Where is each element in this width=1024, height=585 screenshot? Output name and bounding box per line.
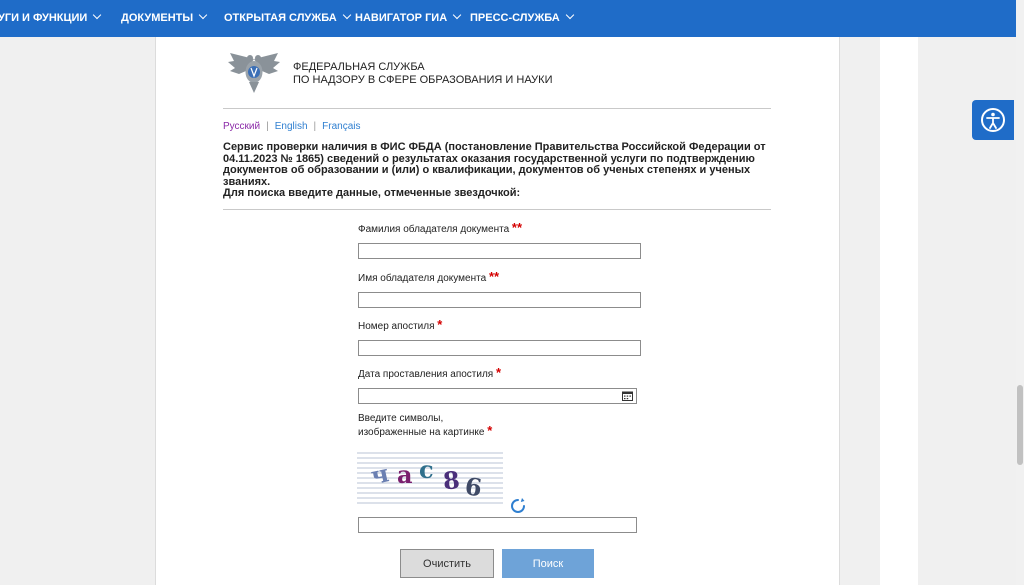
lang-separator: | bbox=[266, 121, 269, 132]
required-mark: * bbox=[487, 423, 493, 438]
agency-name-line2: ПО НАДЗОРУ В СФЕРЕ ОБРАЗОВАНИЯ И НАУКИ bbox=[293, 74, 553, 86]
nav-item-label: УГИ И ФУНКЦИИ bbox=[0, 12, 88, 24]
captcha-image: ч а с 8 6 bbox=[357, 449, 503, 505]
nav-item-label: ОТКРЫТАЯ СЛУЖБА bbox=[224, 12, 337, 24]
apostille-date-label-text: Дата проставления апостиля bbox=[358, 369, 494, 380]
apostille-number-input[interactable] bbox=[358, 340, 641, 356]
service-description: Сервис проверки наличия в ФИС ФБДА (пост… bbox=[223, 141, 768, 200]
lang-separator: | bbox=[313, 121, 317, 132]
required-mark: * bbox=[437, 317, 443, 332]
lang-french[interactable]: Français bbox=[322, 121, 360, 132]
name-input[interactable] bbox=[358, 292, 641, 308]
nav-item-open-service[interactable]: ОТКРЫТАЯ СЛУЖБА bbox=[224, 0, 351, 37]
lang-english[interactable]: English bbox=[275, 121, 308, 132]
name-label-text: Имя обладателя документа bbox=[358, 273, 487, 284]
surname-label-text: Фамилия обладателя документа bbox=[358, 224, 510, 235]
agency-name: ФЕДЕРАЛЬНАЯ СЛУЖБА ПО НАДЗОРУ В СФЕРЕ ОБ… bbox=[293, 61, 552, 87]
chevron-down-icon bbox=[565, 10, 574, 20]
svg-text:с: с bbox=[419, 455, 434, 484]
refresh-icon[interactable] bbox=[509, 497, 527, 515]
required-mark: ** bbox=[511, 220, 523, 235]
page-scrollbar[interactable] bbox=[1016, 0, 1024, 585]
intro-line: Сервис проверки наличия в ФИС ФБДА (пост… bbox=[223, 141, 766, 153]
nav-item-services[interactable]: УГИ И ФУНКЦИИ bbox=[0, 0, 102, 37]
nav-item-label: ДОКУМЕНТЫ bbox=[121, 12, 194, 24]
svg-text:8: 8 bbox=[442, 465, 461, 495]
intro-line: документов об образовании и (или) о квал… bbox=[223, 164, 751, 188]
chevron-down-icon bbox=[452, 10, 462, 20]
chevron-down-icon bbox=[93, 10, 102, 20]
captcha-label-line2: изображенные на картинке bbox=[358, 427, 485, 438]
search-button[interactable]: Поиск bbox=[502, 549, 594, 578]
nav-item-press-service[interactable]: ПРЕСС-СЛУЖБА bbox=[470, 0, 574, 37]
apostille-number-label: Номер апостиля * bbox=[358, 317, 443, 333]
clear-button[interactable]: Очистить bbox=[400, 549, 494, 578]
name-label: Имя обладателя документа ** bbox=[358, 269, 500, 285]
required-mark: ** bbox=[488, 269, 500, 284]
nav-item-label: НАВИГАТОР ГИА bbox=[355, 12, 448, 24]
surname-input[interactable] bbox=[358, 243, 641, 259]
accessibility-button[interactable] bbox=[972, 100, 1014, 140]
required-mark: * bbox=[496, 365, 502, 380]
surname-label: Фамилия обладателя документа ** bbox=[358, 220, 523, 236]
right-side-column bbox=[880, 37, 918, 585]
apostille-number-label-text: Номер апостиля bbox=[358, 321, 435, 332]
nav-item-documents[interactable]: ДОКУМЕНТЫ bbox=[121, 0, 208, 37]
eagle-emblem-logo bbox=[228, 53, 280, 93]
language-switcher: Русский | English | Français bbox=[223, 121, 361, 132]
divider bbox=[223, 108, 771, 109]
lang-russian[interactable]: Русский bbox=[223, 121, 260, 132]
scrollbar-thumb[interactable] bbox=[1017, 385, 1023, 465]
accessibility-icon bbox=[981, 108, 1005, 132]
agency-name-line1: ФЕДЕРАЛЬНАЯ СЛУЖБА bbox=[293, 61, 425, 73]
apostille-date-label: Дата проставления апостиля * bbox=[358, 365, 502, 381]
calendar-icon[interactable] bbox=[622, 391, 633, 401]
chevron-down-icon bbox=[342, 10, 351, 20]
captcha-label: Введите символы, изображенные на картинк… bbox=[358, 413, 492, 439]
chevron-down-icon bbox=[198, 10, 208, 20]
captcha-input[interactable] bbox=[358, 517, 637, 533]
apostille-date-input[interactable] bbox=[358, 388, 637, 404]
nav-item-label: ПРЕСС-СЛУЖБА bbox=[470, 12, 560, 24]
divider bbox=[223, 209, 771, 210]
top-navigation: УГИ И ФУНКЦИИ ДОКУМЕНТЫ ОТКРЫТАЯ СЛУЖБА … bbox=[0, 0, 1016, 37]
intro-line: Для поиска введите данные, отмеченные зв… bbox=[223, 187, 521, 199]
svg-text:а: а bbox=[397, 460, 413, 489]
captcha-label-line1: Введите символы, bbox=[358, 413, 444, 424]
nav-item-gia-navigator[interactable]: НАВИГАТОР ГИА bbox=[355, 0, 462, 37]
